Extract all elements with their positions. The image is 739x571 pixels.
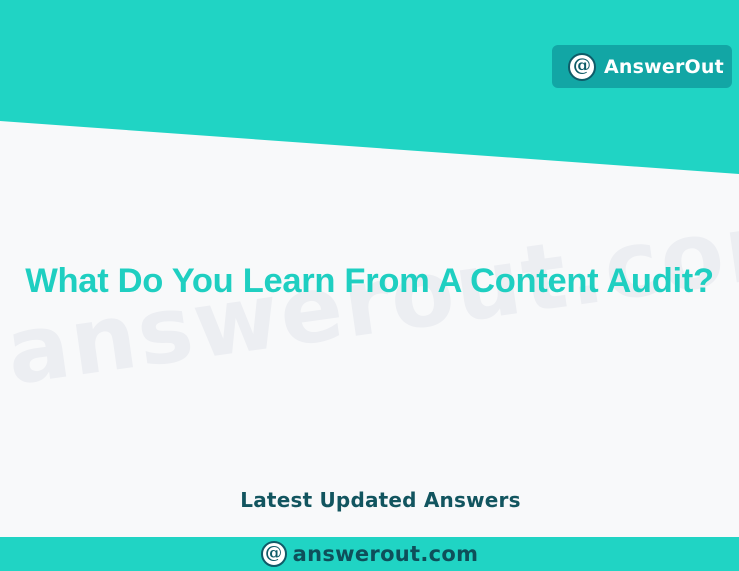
brand-logo-icon: @	[568, 52, 596, 81]
page-title: What Do You Learn From A Content Audit?	[25, 262, 714, 300]
footer-domain-link[interactable]: answerout.com	[293, 542, 479, 566]
brand-name: AnswerOut	[604, 55, 724, 78]
footer-logo-icon: @	[260, 541, 287, 567]
brand-badge[interactable]: @ AnswerOut	[552, 45, 732, 88]
page-subtitle: Latest Updated Answers	[240, 488, 521, 512]
header-teal-band	[0, 0, 739, 174]
footer-bar: @ answerout.com	[0, 537, 739, 571]
